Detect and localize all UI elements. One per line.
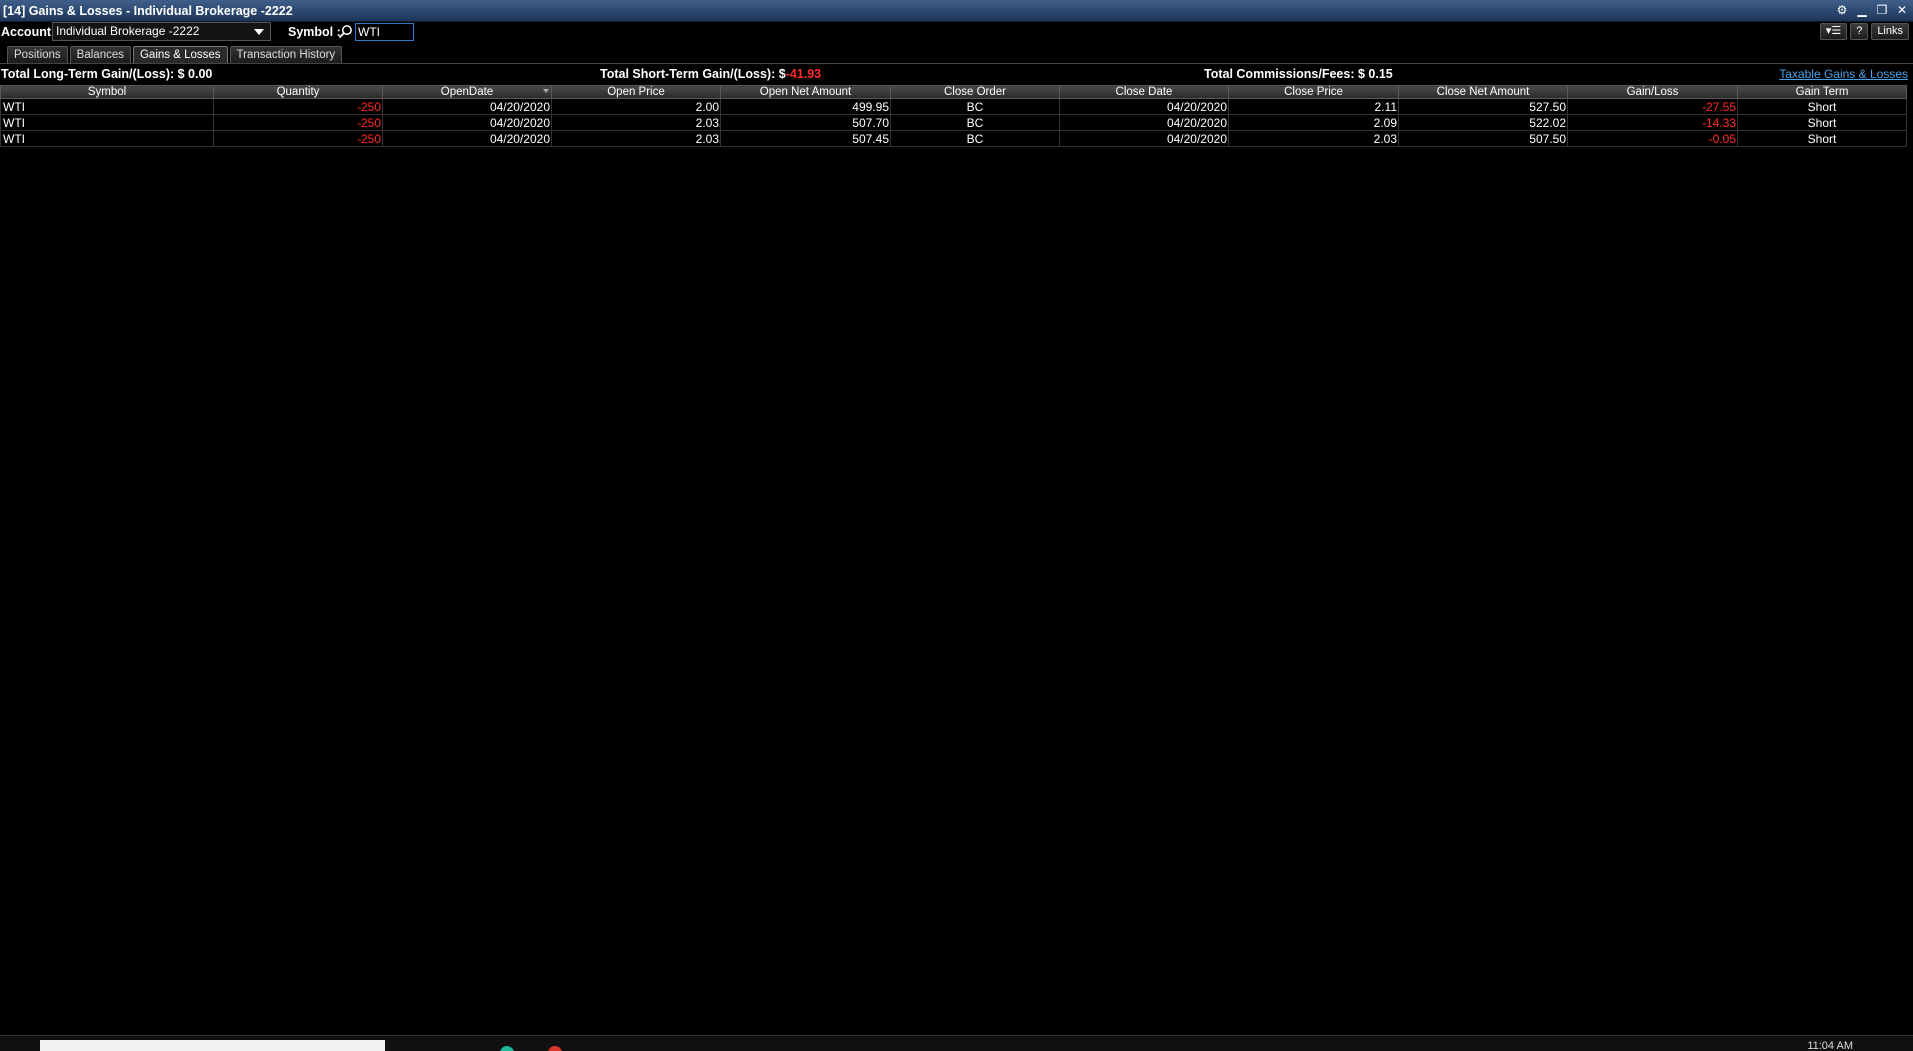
col-header-close-price[interactable]: Close Price bbox=[1228, 85, 1399, 99]
window-title: [14] Gains & Losses - Individual Brokera… bbox=[3, 3, 293, 18]
links-button[interactable]: Links bbox=[1871, 23, 1909, 40]
close-icon[interactable]: ✕ bbox=[1895, 2, 1909, 18]
menu-button[interactable]: ▾☰ bbox=[1819, 23, 1848, 40]
fees-summary: Total Commissions/Fees: $ 0.15 bbox=[1204, 67, 1393, 83]
toolbar-right: ▾☰ ? Links bbox=[1819, 23, 1909, 40]
table-row[interactable]: WTI -250 04/20/2020 2.03 507.70 BC 04/20… bbox=[0, 114, 1907, 131]
cell-open-net-amount: 499.95 bbox=[720, 98, 891, 115]
cell-symbol: WTI bbox=[0, 114, 214, 131]
cell-close-date: 04/20/2020 bbox=[1059, 114, 1229, 131]
list-icon: ☰ bbox=[1831, 25, 1842, 37]
tab-transaction-history[interactable]: Transaction History bbox=[229, 46, 343, 63]
cell-quantity: -250 bbox=[213, 114, 383, 131]
cell-close-net-amount: 522.02 bbox=[1398, 114, 1568, 131]
col-header-open-net-amount[interactable]: Open Net Amount bbox=[720, 85, 891, 99]
fees-value: $ 0.15 bbox=[1357, 67, 1393, 81]
cell-gain-loss: -14.33 bbox=[1567, 114, 1738, 131]
cell-gain-loss: -0.05 bbox=[1567, 130, 1738, 147]
cell-close-date: 04/20/2020 bbox=[1059, 98, 1229, 115]
window-titlebar[interactable]: [14] Gains & Losses - Individual Brokera… bbox=[0, 0, 1913, 22]
cell-open-date: 04/20/2020 bbox=[382, 114, 552, 131]
account-select[interactable]: Individual Brokerage -2222 bbox=[52, 22, 271, 41]
cell-gain-term: Short bbox=[1737, 114, 1907, 131]
tab-balances[interactable]: Balances bbox=[69, 46, 131, 63]
long-term-value: $ 0.00 bbox=[177, 67, 213, 81]
cell-gain-term: Short bbox=[1737, 98, 1907, 115]
taskbar-clock: 11:04 AM bbox=[1807, 1040, 1853, 1051]
col-header-gain-term[interactable]: Gain Term bbox=[1737, 85, 1907, 99]
cell-open-net-amount: 507.45 bbox=[720, 130, 891, 147]
table-header-row: Symbol Quantity OpenDate Open Price Open… bbox=[0, 85, 1907, 99]
col-header-close-order[interactable]: Close Order bbox=[890, 85, 1060, 99]
settings-icon[interactable]: ⚙ bbox=[1835, 2, 1849, 18]
cell-symbol: WTI bbox=[0, 130, 214, 147]
cell-quantity: -250 bbox=[213, 130, 383, 147]
col-header-close-net-amount[interactable]: Close Net Amount bbox=[1398, 85, 1568, 99]
fees-label: Total Commissions/Fees: bbox=[1204, 67, 1355, 81]
short-term-currency: $ bbox=[778, 67, 786, 81]
long-term-summary: Total Long-Term Gain/(Loss): $ 0.00 bbox=[1, 67, 212, 83]
cell-open-net-amount: 507.70 bbox=[720, 114, 891, 131]
minimize-icon[interactable]: ▁ bbox=[1855, 2, 1869, 18]
tab-bar: Positions Balances Gains & Losses Transa… bbox=[7, 46, 343, 63]
col-header-open-date[interactable]: OpenDate bbox=[382, 85, 552, 99]
cell-close-net-amount: 507.50 bbox=[1398, 130, 1568, 147]
short-term-summary: Total Short-Term Gain/(Loss): $-41.93 bbox=[600, 67, 821, 83]
tab-gains-losses[interactable]: Gains & Losses bbox=[132, 46, 228, 63]
short-term-label: Total Short-Term Gain/(Loss): bbox=[600, 67, 776, 81]
os-taskbar: 11:04 AM bbox=[0, 1035, 1913, 1051]
restore-icon[interactable]: ❐ bbox=[1875, 2, 1889, 18]
cell-close-net-amount: 527.50 bbox=[1398, 98, 1568, 115]
cell-close-price: 2.03 bbox=[1228, 130, 1399, 147]
table-row[interactable]: WTI -250 04/20/2020 2.03 507.45 BC 04/20… bbox=[0, 130, 1907, 147]
taskbar-search-box[interactable] bbox=[40, 1040, 385, 1051]
cell-gain-term: Short bbox=[1737, 130, 1907, 147]
col-header-open-date-label: OpenDate bbox=[440, 85, 494, 98]
tab-positions[interactable]: Positions bbox=[7, 46, 68, 63]
chevron-down-icon[interactable] bbox=[254, 29, 264, 35]
sort-desc-icon bbox=[543, 89, 549, 93]
taskbar-app-icon[interactable] bbox=[500, 1046, 514, 1051]
cell-open-date: 04/20/2020 bbox=[382, 98, 552, 115]
cell-open-date: 04/20/2020 bbox=[382, 130, 552, 147]
window-controls: ⚙ ▁ ❐ ✕ bbox=[1835, 2, 1909, 18]
short-term-value: -41.93 bbox=[785, 67, 822, 81]
table-row[interactable]: WTI -250 04/20/2020 2.00 499.95 BC 04/20… bbox=[0, 98, 1907, 115]
col-header-symbol[interactable]: Symbol bbox=[0, 85, 214, 99]
col-header-quantity[interactable]: Quantity bbox=[213, 85, 383, 99]
col-header-gain-loss[interactable]: Gain/Loss bbox=[1567, 85, 1738, 99]
cell-close-price: 2.11 bbox=[1228, 98, 1399, 115]
cell-symbol: WTI bbox=[0, 98, 214, 115]
col-header-open-price[interactable]: Open Price bbox=[551, 85, 721, 99]
cell-close-date: 04/20/2020 bbox=[1059, 130, 1229, 147]
cell-close-order: BC bbox=[890, 114, 1060, 131]
cell-close-order: BC bbox=[890, 98, 1060, 115]
cell-gain-loss: -27.55 bbox=[1567, 98, 1738, 115]
toolbar: Account : Individual Brokerage -2222 Sym… bbox=[0, 22, 1913, 44]
taxable-gains-link[interactable]: Taxable Gains & Losses bbox=[1779, 67, 1908, 81]
cell-close-price: 2.09 bbox=[1228, 114, 1399, 131]
tab-divider bbox=[0, 63, 1913, 64]
account-label: Account : bbox=[1, 25, 59, 39]
col-header-close-date[interactable]: Close Date bbox=[1059, 85, 1229, 99]
gains-losses-table: Symbol Quantity OpenDate Open Price Open… bbox=[0, 85, 1907, 147]
cell-open-price: 2.03 bbox=[551, 114, 721, 131]
cell-open-price: 2.03 bbox=[551, 130, 721, 147]
symbol-label: Symbol : bbox=[288, 25, 341, 39]
help-button[interactable]: ? bbox=[1850, 23, 1869, 40]
cell-close-order: BC bbox=[890, 130, 1060, 147]
account-select-value: Individual Brokerage -2222 bbox=[56, 24, 200, 38]
long-term-label: Total Long-Term Gain/(Loss): bbox=[1, 67, 175, 81]
cell-open-price: 2.00 bbox=[551, 98, 721, 115]
symbol-input[interactable] bbox=[355, 23, 414, 41]
taskbar-app-icon[interactable] bbox=[548, 1046, 562, 1051]
cell-quantity: -250 bbox=[213, 98, 383, 115]
search-icon[interactable] bbox=[338, 24, 353, 39]
